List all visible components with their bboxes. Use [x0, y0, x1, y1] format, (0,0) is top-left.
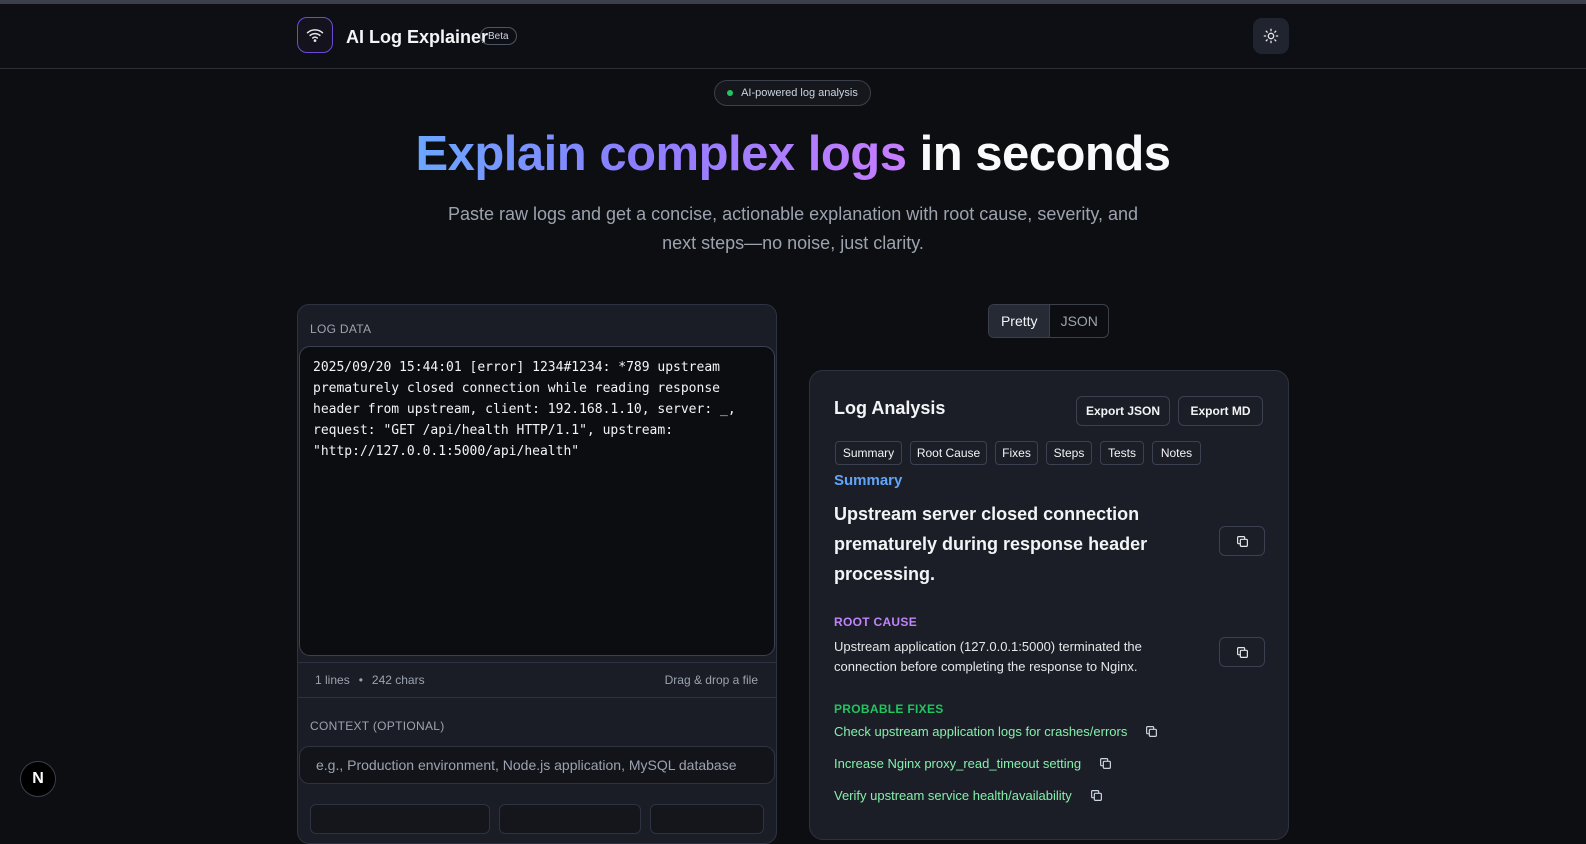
app-logo[interactable] [297, 17, 333, 53]
fix-item: Verify upstream service health/availabil… [834, 788, 1103, 803]
log-stats: 1 lines • 242 chars [315, 673, 425, 687]
option-select-2[interactable] [499, 804, 641, 834]
copy-icon[interactable] [1099, 757, 1112, 770]
analysis-title: Log Analysis [834, 398, 946, 418]
chip-summary[interactable]: Summary [835, 441, 902, 465]
chip-steps[interactable]: Steps [1046, 441, 1092, 465]
app-title: AI Log Explainer [346, 27, 489, 47]
hero-title: Explain complex logs in seconds [0, 126, 1586, 182]
fix-item: Check upstream application logs for cras… [834, 724, 1158, 739]
log-analysis-panel: Log Analysis Export JSON Export MD Summa… [809, 370, 1289, 840]
beta-badge: Beta [480, 27, 517, 45]
framework-badge[interactable]: N [20, 761, 56, 797]
root-cause-heading: ROOT CAUSE [834, 615, 918, 629]
hero-title-plain: in seconds [906, 127, 1171, 181]
summary-heading: Summary [834, 472, 903, 489]
copy-root-cause-button[interactable] [1219, 637, 1265, 667]
sun-icon [1263, 28, 1279, 44]
copy-icon [1236, 646, 1248, 658]
fix-item: Increase Nginx proxy_read_timeout settin… [834, 756, 1112, 771]
context-input[interactable]: e.g., Production environment, Node.js ap… [299, 746, 775, 784]
copy-summary-button[interactable] [1219, 526, 1265, 556]
log-input-panel: LOG DATA 2025/09/20 15:44:01 [error] 123… [297, 304, 777, 844]
stats-separator: • [358, 673, 363, 687]
app-header: AI Log Explainer Beta [0, 4, 1586, 69]
log-data-textarea[interactable]: 2025/09/20 15:44:01 [error] 1234#1234: *… [299, 346, 775, 656]
option-select-3[interactable] [650, 804, 764, 834]
fix-text: Verify upstream service health/availabil… [834, 788, 1072, 803]
hero-pill-text: AI-powered log analysis [741, 87, 858, 99]
status-dot-icon [727, 90, 734, 96]
copy-icon [1236, 535, 1248, 547]
char-count: 242 chars [371, 673, 425, 687]
option-select-1[interactable] [310, 804, 490, 834]
export-md-button[interactable]: Export MD [1178, 396, 1263, 426]
chip-tests[interactable]: Tests [1100, 441, 1144, 465]
summary-text: Upstream server closed connection premat… [834, 504, 1148, 584]
context-label: CONTEXT (OPTIONAL) [310, 719, 445, 733]
copy-icon[interactable] [1145, 725, 1158, 738]
view-mode-toggle: Pretty JSON [988, 304, 1109, 338]
hero-pill: AI-powered log analysis [714, 80, 871, 106]
chip-fixes[interactable]: Fixes [995, 441, 1038, 465]
export-json-button[interactable]: Export JSON [1076, 396, 1170, 426]
toggle-pretty[interactable]: Pretty [989, 305, 1051, 337]
fix-text: Increase Nginx proxy_read_timeout settin… [834, 756, 1082, 771]
log-data-label: LOG DATA [310, 322, 372, 336]
copy-icon[interactable] [1090, 789, 1103, 802]
hero-subtitle: Paste raw logs and get a concise, action… [447, 204, 1139, 253]
fix-text: Check upstream application logs for cras… [834, 724, 1128, 739]
probable-fixes-heading: PROBABLE FIXES [834, 702, 944, 716]
chip-root-cause[interactable]: Root Cause [910, 441, 987, 465]
chip-notes[interactable]: Notes [1152, 441, 1201, 465]
root-cause-text: Upstream application (127.0.0.1:5000) te… [834, 639, 1142, 674]
wifi-icon [306, 29, 324, 42]
theme-toggle-button[interactable] [1253, 18, 1289, 54]
toggle-json[interactable]: JSON [1050, 305, 1108, 337]
line-count: 1 lines [315, 673, 350, 687]
hero-title-gradient: Explain complex logs [415, 127, 907, 181]
log-stats-bar: 1 lines • 242 chars Drag & drop a file [298, 662, 776, 698]
drag-drop-hint[interactable]: Drag & drop a file [665, 673, 758, 687]
